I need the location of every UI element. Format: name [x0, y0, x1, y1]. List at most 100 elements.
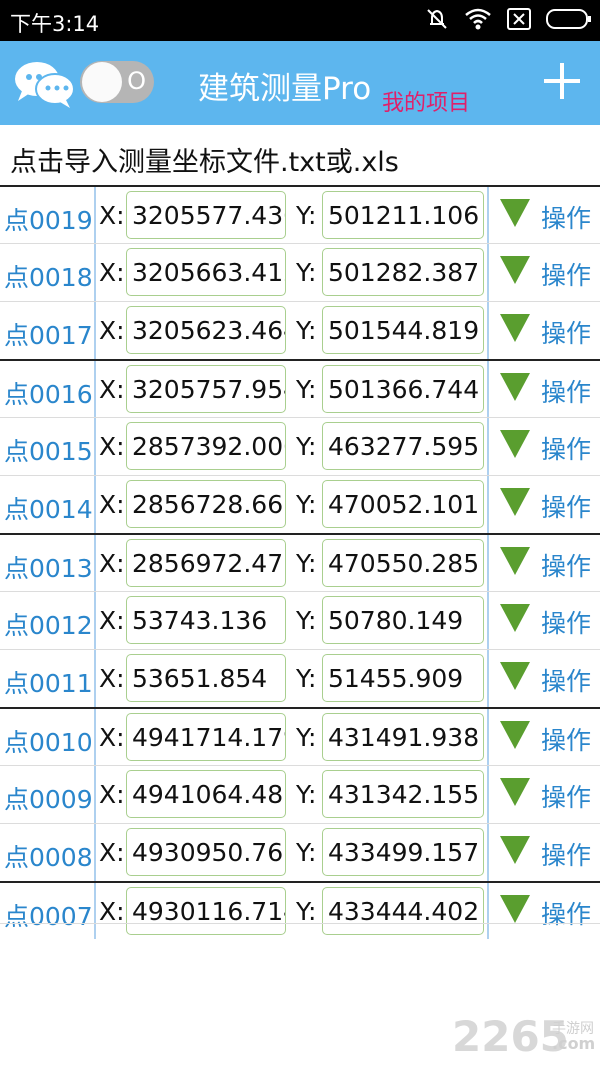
column-divider	[487, 592, 489, 649]
x-coordinate-field[interactable]: 3205577.436	[126, 191, 286, 239]
dropdown-triangle-icon[interactable]	[499, 313, 531, 343]
dropdown-triangle-icon[interactable]	[499, 198, 531, 228]
x-coordinate-field[interactable]: 3205757.954	[126, 365, 286, 413]
column-divider	[487, 302, 489, 359]
y-coordinate-field[interactable]: 501282.387	[322, 248, 484, 296]
action-button[interactable]: 操作	[541, 604, 591, 640]
x-coordinate-field[interactable]: 4930950.763	[126, 828, 286, 876]
y-coordinate-field[interactable]: 463277.595	[322, 422, 484, 470]
chat-icon[interactable]	[12, 59, 76, 109]
y-coordinate-field[interactable]: 431491.938	[322, 713, 484, 761]
action-button[interactable]: 操作	[541, 373, 591, 409]
point-name[interactable]: 点0014	[4, 490, 93, 526]
add-icon[interactable]	[542, 61, 582, 101]
point-name[interactable]: 点0012	[4, 606, 93, 642]
y-coordinate-field[interactable]: 50780.149	[322, 596, 484, 644]
point-name[interactable]: 点0013	[4, 549, 93, 585]
x-coordinate-field[interactable]: 4941714.179	[126, 713, 286, 761]
x-label: X:	[99, 375, 125, 404]
action-button[interactable]: 操作	[541, 199, 591, 235]
y-label: Y:	[296, 316, 317, 345]
column-divider	[94, 418, 96, 475]
y-coordinate-field[interactable]: 470052.101	[322, 480, 484, 528]
table-row: 点0016 X: 3205757.954 Y: 501366.744 操作	[0, 359, 600, 417]
x-label: X:	[99, 258, 125, 287]
column-divider	[94, 476, 96, 533]
dropdown-triangle-icon[interactable]	[499, 661, 531, 691]
dropdown-triangle-icon[interactable]	[499, 777, 531, 807]
point-name[interactable]: 点0009	[4, 780, 93, 816]
point-name[interactable]: 点0008	[4, 838, 93, 874]
y-coordinate-field[interactable]: 51455.909	[322, 654, 484, 702]
y-label: Y:	[296, 780, 317, 809]
dropdown-triangle-icon[interactable]	[499, 372, 531, 402]
action-button[interactable]: 操作	[541, 778, 591, 814]
point-name[interactable]: 点0010	[4, 723, 93, 759]
y-label: Y:	[296, 723, 317, 752]
column-divider	[94, 187, 96, 243]
wifi-icon	[465, 8, 491, 30]
y-label: Y:	[296, 606, 317, 635]
dropdown-triangle-icon[interactable]	[499, 487, 531, 517]
point-name[interactable]: 点0007	[4, 897, 93, 933]
x-coordinate-field[interactable]: 2856972.477	[126, 539, 286, 587]
table-row: 点0014 X: 2856728.665 Y: 470052.101 操作	[0, 475, 600, 533]
dropdown-triangle-icon[interactable]	[499, 255, 531, 285]
y-coordinate-field[interactable]: 470550.285	[322, 539, 484, 587]
action-button[interactable]: 操作	[541, 895, 591, 931]
action-button[interactable]: 操作	[541, 314, 591, 350]
column-divider	[94, 361, 96, 417]
x-coordinate-field[interactable]: 3205663.412	[126, 248, 286, 296]
dropdown-triangle-icon[interactable]	[499, 720, 531, 750]
dropdown-triangle-icon[interactable]	[499, 429, 531, 459]
point-name[interactable]: 点0017	[4, 316, 93, 352]
x-coordinate-field[interactable]: 2856728.665	[126, 480, 286, 528]
y-coordinate-field[interactable]: 501544.819	[322, 306, 484, 354]
table-row: 点0011 X: 53651.854 Y: 51455.909 操作	[0, 649, 600, 707]
app-title: 建筑测量Pro	[198, 71, 372, 107]
y-coordinate-field[interactable]: 501366.744	[322, 365, 484, 413]
y-coordinate-field[interactable]: 433499.157	[322, 828, 484, 876]
action-button[interactable]: 操作	[541, 721, 591, 757]
app-bar: O 建筑测量Pro 我的项目	[0, 41, 600, 125]
dropdown-triangle-icon[interactable]	[499, 603, 531, 633]
point-name[interactable]: 点0015	[4, 432, 93, 468]
y-coordinate-field[interactable]: 433444.402	[322, 887, 484, 935]
mode-toggle[interactable]: O	[80, 61, 154, 103]
status-time: 下午3:14	[10, 12, 100, 36]
column-divider	[487, 187, 489, 243]
import-file-link[interactable]: 点击导入测量坐标文件.txt或.xls	[10, 140, 399, 179]
column-divider	[487, 824, 489, 881]
dropdown-triangle-icon[interactable]	[499, 546, 531, 576]
y-coordinate-field[interactable]: 431342.155	[322, 770, 484, 818]
point-name[interactable]: 点0018	[4, 258, 93, 294]
x-label: X:	[99, 780, 125, 809]
x-coordinate-field[interactable]: 4930116.714	[126, 887, 286, 935]
x-coordinate-field[interactable]: 53651.854	[126, 654, 286, 702]
column-divider	[94, 244, 96, 301]
point-name[interactable]: 点0019	[4, 201, 93, 237]
x-coordinate-field[interactable]: 2857392.006	[126, 422, 286, 470]
point-name[interactable]: 点0011	[4, 664, 93, 700]
x-coordinate-field[interactable]: 53743.136	[126, 596, 286, 644]
x-label: X:	[99, 316, 125, 345]
action-button[interactable]: 操作	[541, 256, 591, 292]
action-button[interactable]: 操作	[541, 547, 591, 583]
x-coordinate-field[interactable]: 3205623.464	[126, 306, 286, 354]
dropdown-triangle-icon[interactable]	[499, 835, 531, 865]
x-coordinate-field[interactable]: 4941064.485	[126, 770, 286, 818]
action-button[interactable]: 操作	[541, 836, 591, 872]
action-button[interactable]: 操作	[541, 662, 591, 698]
y-coordinate-field[interactable]: 501211.106	[322, 191, 484, 239]
my-projects-link[interactable]: 我的项目	[382, 85, 470, 117]
table-row: 点0017 X: 3205623.464 Y: 501544.819 操作	[0, 301, 600, 359]
point-name[interactable]: 点0016	[4, 375, 93, 411]
table-row: 点0019 X: 3205577.436 Y: 501211.106 操作	[0, 185, 600, 243]
table-row: 点0008 X: 4930950.763 Y: 433499.157 操作	[0, 823, 600, 881]
status-bar: 下午3:14	[0, 0, 600, 41]
action-button[interactable]: 操作	[541, 430, 591, 466]
action-button[interactable]: 操作	[541, 488, 591, 524]
dropdown-triangle-icon[interactable]	[499, 894, 531, 924]
table-row: 点0018 X: 3205663.412 Y: 501282.387 操作	[0, 243, 600, 301]
x-label: X:	[99, 549, 125, 578]
